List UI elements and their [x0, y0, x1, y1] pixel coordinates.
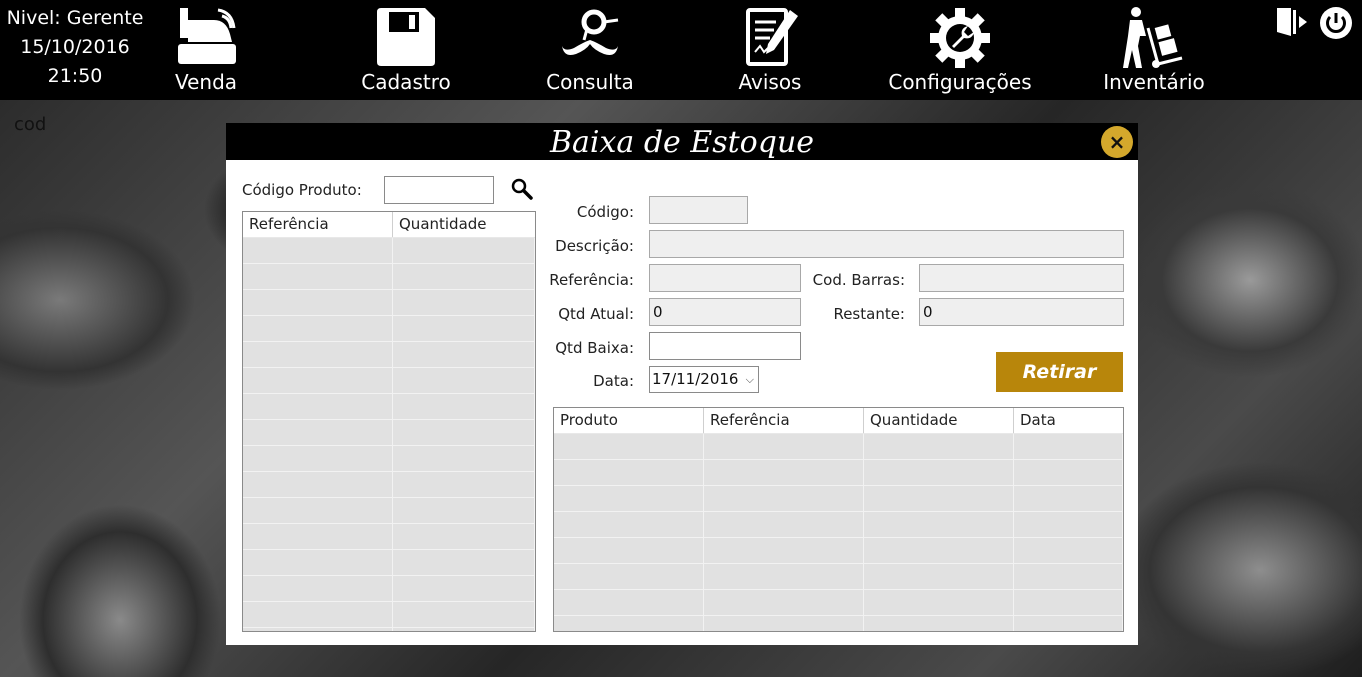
table-row — [243, 524, 535, 550]
table-row — [554, 512, 1123, 538]
dialog-header: Baixa de Estoque × — [226, 123, 1138, 160]
column-header: Referência — [704, 408, 864, 433]
table-row — [243, 238, 535, 264]
save-disk-icon — [377, 8, 435, 66]
retirar-button[interactable]: Retirar — [996, 352, 1123, 392]
nav-configuracoes[interactable]: Configurações — [880, 0, 1040, 100]
qtd-atual-field[interactable]: 0 — [649, 298, 801, 326]
notes-pencil-icon — [746, 8, 798, 66]
nav-inventario[interactable]: Inventário — [1098, 0, 1210, 100]
table-row — [243, 394, 535, 420]
table-row — [243, 446, 535, 472]
qtd-baixa-field[interactable] — [649, 332, 801, 360]
table-row — [554, 616, 1123, 631]
cod-barras-field[interactable] — [919, 264, 1124, 292]
table-row — [243, 472, 535, 498]
nav-cadastro-label: Cadastro — [361, 70, 451, 94]
table-row — [243, 316, 535, 342]
codigo-label: Código: — [576, 203, 634, 221]
baixas-table[interactable]: Produto Referência Quantidade Data — [553, 407, 1124, 632]
table-row — [554, 590, 1123, 616]
top-toolbar: Nivel: Gerente 15/10/2016 21:50 Venda Ca… — [0, 0, 1362, 100]
table-row — [243, 368, 535, 394]
table-row — [554, 460, 1123, 486]
referencia-label: Referência: — [549, 271, 634, 289]
table-row — [554, 486, 1123, 512]
power-icon[interactable] — [1319, 6, 1353, 40]
monocle-mustache-icon — [562, 9, 619, 55]
current-time: 21:50 — [47, 65, 103, 87]
table-row — [243, 498, 535, 524]
search-icon[interactable] — [511, 178, 533, 200]
status-panel: Nivel: Gerente 15/10/2016 21:50 — [0, 4, 150, 91]
cash-register-icon — [178, 8, 236, 64]
descricao-field[interactable] — [649, 230, 1124, 258]
restante-label: Restante: — [833, 305, 905, 323]
table-header: Referência Quantidade — [243, 212, 535, 238]
codigo-produto-input[interactable] — [384, 176, 494, 204]
table-row — [243, 420, 535, 446]
table-body — [554, 434, 1123, 631]
column-header: Referência — [243, 212, 393, 237]
column-header: Data — [1020, 411, 1056, 429]
nav-avisos[interactable]: Avisos — [730, 0, 810, 100]
data-picker[interactable]: 17/11/2016 ⌵ — [649, 366, 759, 393]
table-row — [554, 538, 1123, 564]
table-header: Produto Referência Quantidade Data — [554, 408, 1123, 434]
user-level: Nivel: Gerente — [6, 7, 144, 29]
baixa-estoque-dialog: Baixa de Estoque × Código Produto: Refer… — [226, 123, 1138, 645]
descricao-label: Descrição: — [555, 237, 634, 255]
table-row — [554, 434, 1123, 460]
table-row — [243, 550, 535, 576]
nav-cadastro[interactable]: Cadastro — [350, 0, 462, 100]
table-row — [243, 602, 535, 628]
nav-venda-label: Venda — [174, 70, 238, 94]
table-row — [554, 564, 1123, 590]
current-date: 15/10/2016 — [20, 36, 130, 58]
nav-configuracoes-label: Configurações — [888, 70, 1032, 94]
nav-inventario-label: Inventário — [1103, 70, 1205, 94]
referencia-field[interactable] — [649, 264, 801, 292]
data-value: 17/11/2016 — [652, 370, 739, 388]
column-header: Produto — [554, 408, 704, 433]
dialog-title: Baixa de Estoque — [549, 125, 815, 160]
table-row — [243, 628, 535, 631]
table-row — [243, 290, 535, 316]
table-body — [243, 238, 535, 631]
qtd-atual-label: Qtd Atual: — [558, 305, 634, 323]
table-row — [243, 342, 535, 368]
table-row — [243, 264, 535, 290]
codigo-produto-label: Código Produto: — [242, 181, 362, 199]
column-header: Quantidade — [399, 215, 487, 233]
nav-venda[interactable]: Venda — [160, 0, 252, 100]
restante-field[interactable]: 0 — [919, 298, 1124, 326]
cod-barras-label: Cod. Barras: — [812, 271, 905, 289]
gear-wrench-icon — [930, 8, 990, 68]
background-cod-label: cod — [14, 114, 47, 135]
referencia-quantidade-table[interactable]: Referência Quantidade — [242, 211, 536, 632]
table-row — [243, 576, 535, 602]
column-header: Quantidade — [864, 408, 1014, 433]
nav-consulta-label: Consulta — [546, 70, 634, 94]
nav-avisos-label: Avisos — [738, 70, 802, 94]
qtd-baixa-label: Qtd Baixa: — [555, 339, 634, 357]
data-label: Data: — [593, 372, 634, 390]
chevron-down-icon[interactable]: ⌵ — [746, 367, 754, 392]
close-button[interactable]: × — [1101, 126, 1133, 158]
codigo-field[interactable] — [649, 196, 748, 224]
nav-consulta[interactable]: Consulta — [540, 0, 640, 100]
hand-truck-worker-icon — [1123, 7, 1183, 68]
logout-door-icon[interactable] — [1275, 6, 1309, 38]
